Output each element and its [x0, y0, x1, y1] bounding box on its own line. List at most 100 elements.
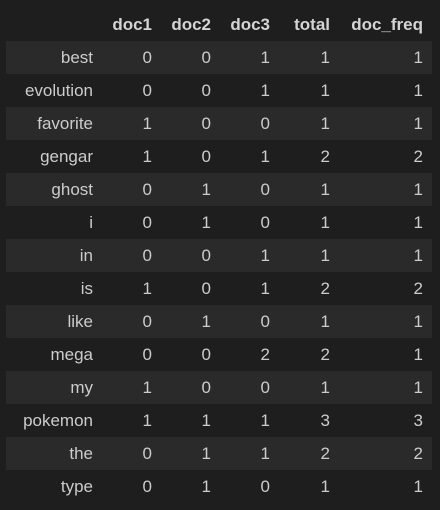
row-index-label: mega: [50, 344, 93, 364]
cell-doc3: 0: [260, 311, 270, 331]
cell-total: 1: [320, 179, 330, 199]
cell-doc1: 1: [142, 113, 152, 133]
table-row: in 0 0 1 1 1: [6, 239, 432, 272]
cell-doc2: 0: [201, 113, 211, 133]
cell-total: 1: [320, 476, 330, 496]
column-header-doc2: doc2: [161, 9, 220, 41]
cell-doc2: 1: [201, 311, 211, 331]
table-row: gengar 1 0 1 2 2: [6, 140, 432, 173]
row-index-label: the: [69, 443, 93, 463]
cell-doc3: 0: [260, 179, 270, 199]
cell-doc3: 1: [260, 245, 270, 265]
table-row: evolution 0 0 1 1 1: [6, 74, 432, 107]
row-index-label: is: [80, 278, 93, 298]
cell-total: 1: [320, 113, 330, 133]
cell-total: 2: [320, 146, 330, 166]
column-header-total: total: [279, 9, 339, 41]
cell-doc2: 0: [201, 344, 211, 364]
cell-doc-freq: 1: [413, 311, 423, 331]
cell-total: 2: [320, 443, 330, 463]
table-row: ghost 0 1 0 1 1: [6, 173, 432, 206]
dataframe-output: doc1 doc2 doc3 total doc_freq best 0 0 1 1 1 e…: [0, 0, 440, 510]
dataframe-table: doc1 doc2 doc3 total doc_freq best 0 0 1 1 1 e…: [6, 9, 432, 503]
cell-doc-freq: 2: [413, 278, 423, 298]
cell-doc3: 1: [260, 443, 270, 463]
row-index-label: type: [60, 476, 93, 496]
row-index-label: ghost: [51, 179, 93, 199]
row-index-label: gengar: [40, 146, 93, 166]
cell-doc3: 0: [260, 113, 270, 133]
cell-doc3: 1: [260, 410, 270, 430]
cell-doc1: 1: [142, 146, 152, 166]
table-header: doc1 doc2 doc3 total doc_freq: [6, 9, 432, 41]
table-row: mega 0 0 2 2 1: [6, 338, 432, 371]
cell-doc-freq: 1: [413, 245, 423, 265]
cell-doc-freq: 2: [413, 443, 423, 463]
cell-doc-freq: 1: [413, 179, 423, 199]
row-index-label: in: [79, 245, 93, 265]
cell-doc3: 0: [260, 476, 270, 496]
cell-doc-freq: 3: [413, 410, 423, 430]
row-index-label: pokemon: [23, 410, 93, 430]
cell-doc1: 0: [142, 47, 152, 67]
cell-doc3: 0: [260, 377, 270, 397]
cell-doc2: 0: [201, 245, 211, 265]
table-row: pokemon 1 1 1 3 3: [6, 404, 432, 437]
table-row: type 0 1 0 1 1: [6, 470, 432, 503]
cell-doc1: 0: [142, 443, 152, 463]
cell-total: 1: [320, 245, 330, 265]
table-row: best 0 0 1 1 1: [6, 41, 432, 74]
cell-doc-freq: 1: [413, 80, 423, 100]
cell-doc2: 0: [201, 47, 211, 67]
cell-doc2: 1: [201, 212, 211, 232]
cell-doc3: 1: [260, 80, 270, 100]
cell-doc2: 0: [201, 278, 211, 298]
table-row: the 0 1 1 2 2: [6, 437, 432, 470]
cell-doc1: 1: [142, 278, 152, 298]
cell-doc3: 2: [260, 344, 270, 364]
cell-doc-freq: 2: [413, 146, 423, 166]
cell-doc2: 1: [201, 410, 211, 430]
cell-total: 2: [320, 344, 330, 364]
cell-doc2: 1: [201, 476, 211, 496]
row-index-label: evolution: [24, 80, 93, 100]
table-row: is 1 0 1 2 2: [6, 272, 432, 305]
cell-doc1: 1: [142, 377, 152, 397]
column-header-doc1: doc1: [102, 9, 161, 41]
cell-doc1: 0: [142, 344, 152, 364]
table-row: favorite 1 0 0 1 1: [6, 107, 432, 140]
table-row: my 1 0 0 1 1: [6, 371, 432, 404]
cell-doc1: 0: [142, 311, 152, 331]
cell-doc2: 0: [201, 146, 211, 166]
cell-doc2: 0: [201, 80, 211, 100]
index-header: [6, 9, 102, 41]
table-row: like 0 1 0 1 1: [6, 305, 432, 338]
header-row: doc1 doc2 doc3 total doc_freq: [6, 9, 432, 41]
row-index-label: favorite: [37, 113, 93, 133]
cell-total: 1: [320, 377, 330, 397]
row-index-label: best: [60, 47, 93, 67]
cell-doc2: 1: [201, 443, 211, 463]
cell-total: 1: [320, 80, 330, 100]
cell-doc3: 1: [260, 146, 270, 166]
cell-doc-freq: 1: [413, 113, 423, 133]
cell-total: 1: [320, 212, 330, 232]
cell-doc1: 0: [142, 245, 152, 265]
cell-doc-freq: 1: [413, 344, 423, 364]
cell-doc-freq: 1: [413, 212, 423, 232]
cell-doc1: 0: [142, 212, 152, 232]
table-row: i 0 1 0 1 1: [6, 206, 432, 239]
cell-doc-freq: 1: [413, 377, 423, 397]
cell-doc3: 0: [260, 212, 270, 232]
column-header-doc3: doc3: [220, 9, 279, 41]
table-body: best 0 0 1 1 1 evolution 0 0 1 1 1 favorite 1 0 0 1 1 geng…: [6, 41, 432, 503]
cell-doc3: 1: [260, 278, 270, 298]
cell-doc1: 0: [142, 179, 152, 199]
row-index-label: like: [67, 311, 93, 331]
cell-doc2: 0: [201, 377, 211, 397]
cell-doc3: 1: [260, 47, 270, 67]
column-header-doc-freq: doc_freq: [339, 9, 432, 41]
cell-total: 1: [320, 47, 330, 67]
cell-doc-freq: 1: [413, 476, 423, 496]
cell-total: 2: [320, 278, 330, 298]
